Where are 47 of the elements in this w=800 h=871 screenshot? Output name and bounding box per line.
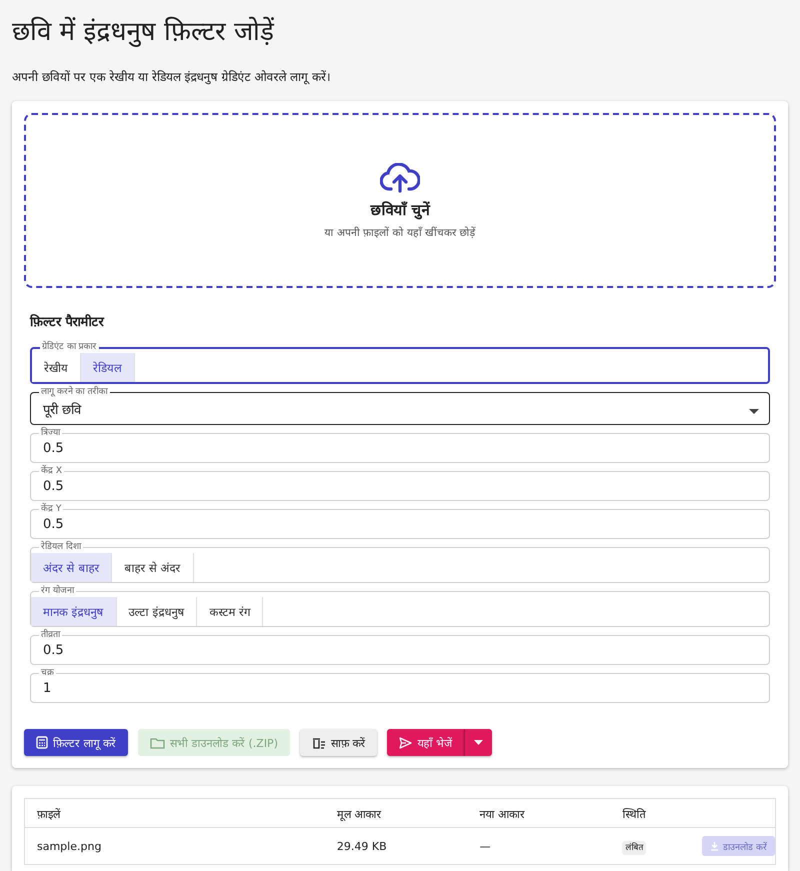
dropzone-hint: या अपनी फ़ाइलों को यहाँ खींचकर छोड़ें bbox=[324, 226, 476, 238]
caret-icon bbox=[749, 408, 759, 414]
cloud-upload-icon bbox=[380, 162, 420, 192]
download-icon bbox=[710, 842, 720, 850]
section-heading: फ़िल्टर पैरामीटर bbox=[30, 313, 104, 330]
toggle-option[interactable]: रेखीय bbox=[32, 353, 81, 382]
table-cell: 29.49 KB bbox=[324, 828, 468, 864]
field-value: 0.5 bbox=[42, 440, 65, 458]
column-header: नया आकार bbox=[468, 798, 610, 828]
number-field[interactable]: त्रिज्या 0.5 bbox=[30, 428, 770, 463]
dropzone-title: छवियाँ चुनें bbox=[370, 200, 430, 218]
toggle-option[interactable]: मानक इंद्रधनुष bbox=[31, 597, 117, 626]
dropzone[interactable]: छवियाँ चुनें या अपनी फ़ाइलों को यहाँ खींचकर छोड़ें bbox=[24, 113, 776, 288]
field-label: केंद्र Y bbox=[39, 504, 64, 515]
caret-icon bbox=[474, 740, 483, 745]
field-value: 1 bbox=[42, 680, 52, 698]
calculator-icon bbox=[36, 736, 48, 749]
status-chip: लंबित bbox=[622, 840, 646, 854]
field-label: लागू करने का तरीका bbox=[39, 387, 110, 398]
column-header: स्थिति bbox=[610, 798, 670, 828]
field-label: केंद्र X bbox=[39, 466, 64, 477]
field-value: 0.5 bbox=[42, 516, 65, 534]
select-value: पूरी छवि bbox=[42, 401, 82, 420]
page-title: छवि में इंद्रधनुष फ़िल्टर जोड़ें bbox=[12, 16, 274, 49]
send-button[interactable]: यहाँ भेजें bbox=[387, 729, 464, 756]
toggle-option[interactable]: अंदर से बाहर bbox=[31, 553, 112, 582]
select-field[interactable]: लागू करने का तरीका पूरी छवि bbox=[30, 387, 770, 425]
column-header: मूल आकार bbox=[324, 798, 468, 828]
field-label: रेडियल दिशा bbox=[39, 542, 83, 553]
clear-button[interactable]: साफ़ करें bbox=[300, 729, 378, 756]
delete-list-icon bbox=[312, 736, 326, 748]
field-value: 0.5 bbox=[42, 642, 65, 660]
send-icon bbox=[399, 736, 412, 748]
page-subtitle: अपनी छवियों पर एक रेखीय या रेडियल इंद्रधनुष ग्रेडिएंट ओवरले लागू करें। bbox=[12, 69, 332, 85]
field-value: 0.5 bbox=[42, 478, 65, 496]
number-field[interactable]: केंद्र Y 0.5 bbox=[30, 504, 770, 539]
toggle-option[interactable]: रेडियल bbox=[81, 353, 135, 382]
column-header: फ़ाइलें bbox=[24, 798, 325, 828]
number-field[interactable]: तीव्रता 0.5 bbox=[30, 630, 770, 665]
dropdown-button[interactable] bbox=[464, 729, 492, 756]
number-field[interactable]: केंद्र X 0.5 bbox=[30, 466, 770, 501]
folder-icon bbox=[150, 736, 165, 748]
field-label: ग्रेडिएंट का प्रकार bbox=[40, 342, 99, 353]
apply-button[interactable]: फ़िल्टर लागू करें bbox=[24, 729, 128, 756]
table-cell: sample.png bbox=[24, 828, 325, 864]
number-field[interactable]: चक्र 1 bbox=[30, 668, 770, 703]
table-cell: — bbox=[468, 828, 610, 864]
